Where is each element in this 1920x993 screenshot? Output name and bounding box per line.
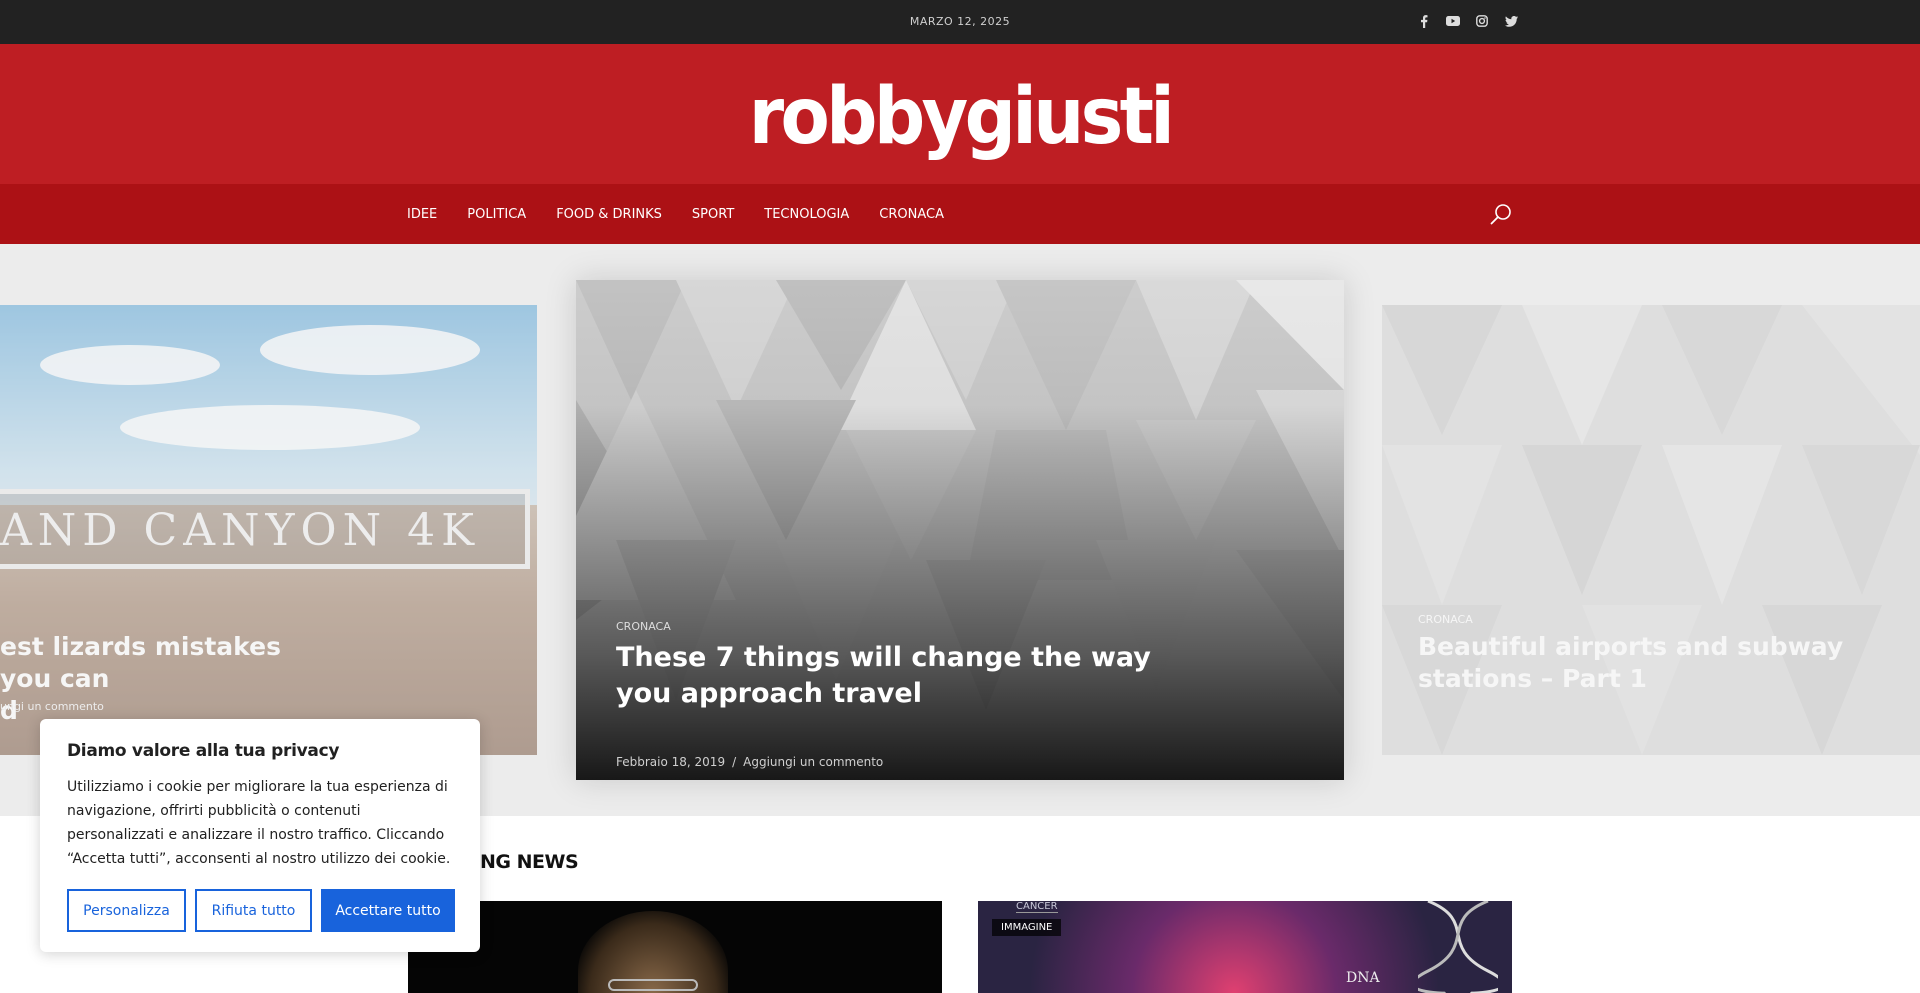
- slide-meta: Febbraio 18, 2019 / Aggiungi un commento: [616, 755, 883, 769]
- social-links: [1417, 14, 1518, 28]
- search-icon[interactable]: [1490, 203, 1512, 225]
- nav-item-idee[interactable]: IDEE: [407, 207, 437, 222]
- section-title: NG NEWS: [480, 851, 579, 873]
- cookie-consent-banner: Diamo valore alla tua privacy Utilizziam…: [40, 719, 480, 952]
- category-badge[interactable]: IMMAGINE: [992, 919, 1062, 936]
- slide-title[interactable]: These 7 things will change the way you a…: [616, 640, 1176, 712]
- post-date[interactable]: Febbraio 18, 2019: [616, 755, 725, 769]
- comments-link[interactable]: Aggiungi un commento: [743, 755, 883, 769]
- nav-item-sport[interactable]: SPORT: [692, 207, 734, 222]
- accept-all-button[interactable]: Accettare tutto: [321, 889, 455, 932]
- cookie-buttons: Personalizza Rifiuta tutto Accettare tut…: [67, 889, 455, 932]
- top-bar: MARZO 12, 2025: [0, 0, 1920, 44]
- trending-card[interactable]: E: [408, 901, 942, 993]
- image-label: CANCER: [1016, 901, 1058, 913]
- slide-image-text: AND CANYON 4K: [0, 505, 480, 556]
- meta-separator: /: [732, 755, 737, 769]
- nav-item-tecnologia[interactable]: TECNOLOGIA: [764, 207, 849, 222]
- cloud: [260, 325, 480, 375]
- instagram-icon[interactable]: [1475, 14, 1489, 28]
- reject-all-button[interactable]: Rifiuta tutto: [195, 889, 312, 932]
- slide-current[interactable]: CRONACA These 7 things will change the w…: [576, 280, 1344, 780]
- nav-item-politica[interactable]: POLITICA: [467, 207, 526, 222]
- youtube-icon[interactable]: [1446, 14, 1460, 28]
- twitter-icon[interactable]: [1504, 14, 1518, 28]
- facebook-icon[interactable]: [1417, 14, 1431, 28]
- nav-item-cronaca[interactable]: CRONACA: [879, 207, 944, 222]
- slide-next[interactable]: CRONACA Beautiful airports and subway st…: [1382, 305, 1920, 755]
- card-image-detail: [608, 979, 698, 991]
- site-logo[interactable]: robbygiusti: [77, 72, 1843, 162]
- slide-category[interactable]: CRONACA: [616, 620, 671, 633]
- cookie-title: Diamo valore alla tua privacy: [67, 741, 340, 761]
- cloud: [120, 405, 420, 450]
- dna-helix-graphic: [1418, 901, 1498, 993]
- image-label: DNA: [1346, 970, 1380, 986]
- nav-item-food-drinks[interactable]: FOOD & DRINKS: [556, 207, 662, 222]
- slide-category[interactable]: CRONACA: [1418, 613, 1473, 626]
- main-navigation: IDEE POLITICA FOOD & DRINKS SPORT TECNOL…: [0, 184, 1920, 244]
- slide-title[interactable]: Beautiful airports and subway stations –…: [1418, 631, 1878, 695]
- trending-card[interactable]: CANCER DNA IMMAGINE: [978, 901, 1512, 993]
- slide-previous[interactable]: AND CANYON 4K est lizards mistakes you c…: [0, 305, 537, 755]
- cloud: [40, 345, 220, 385]
- current-date: MARZO 12, 2025: [909, 15, 1011, 28]
- site-header: robbygiusti: [0, 44, 1920, 184]
- slide-meta[interactable]: ungi un commento: [0, 700, 104, 713]
- customize-button[interactable]: Personalizza: [67, 889, 186, 932]
- cookie-text: Utilizziamo i cookie per migliorare la t…: [67, 779, 451, 867]
